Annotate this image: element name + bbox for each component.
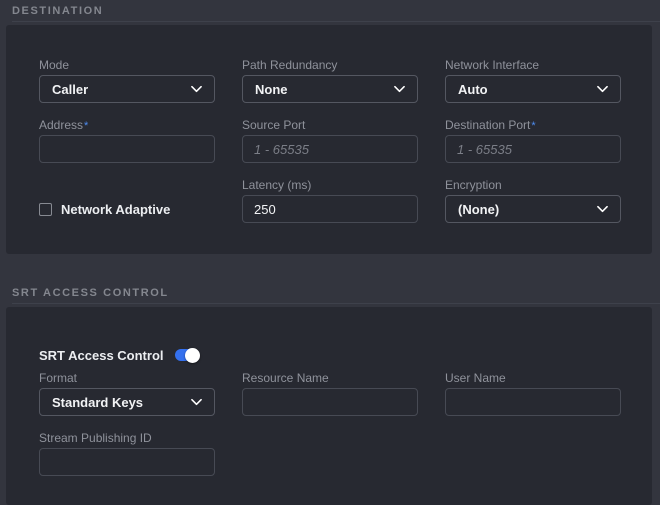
- srt-access-control-section: SRT ACCESS CONTROL SRT Access Control Fo…: [0, 282, 660, 505]
- chevron-down-icon: [597, 205, 608, 213]
- encryption-label: Encryption: [445, 178, 621, 192]
- srt-access-control-form-grid: Format Standard Keys Resource Name User …: [39, 371, 621, 476]
- mode-dropdown[interactable]: Caller: [39, 75, 215, 103]
- network-adaptive-label: Network Adaptive: [61, 202, 170, 217]
- latency-input[interactable]: [242, 195, 418, 223]
- resource-name-field: Resource Name: [242, 371, 418, 416]
- address-input[interactable]: [39, 135, 215, 163]
- address-label: Address*: [39, 118, 215, 132]
- required-marker: *: [531, 120, 535, 132]
- path-redundancy-value: None: [255, 82, 288, 97]
- destination-divider: [12, 21, 660, 22]
- stream-publishing-id-field: Stream Publishing ID: [39, 431, 215, 476]
- address-field: Address*: [39, 118, 215, 163]
- user-name-label: User Name: [445, 371, 621, 385]
- source-port-input[interactable]: [242, 135, 418, 163]
- toggle-knob: [185, 348, 200, 363]
- network-adaptive-checkbox[interactable]: [39, 203, 52, 216]
- network-interface-label: Network Interface: [445, 58, 621, 72]
- destination-panel: Mode Caller Path Redundancy None Network…: [6, 25, 652, 254]
- srt-access-control-toggle-row: SRT Access Control: [39, 347, 621, 363]
- destination-section: DESTINATION Mode Caller Path Redundancy …: [0, 0, 660, 254]
- srt-access-control-divider: [12, 303, 660, 304]
- resource-name-label: Resource Name: [242, 371, 418, 385]
- srt-access-control-section-title: SRT ACCESS CONTROL: [0, 282, 660, 300]
- mode-label: Mode: [39, 58, 215, 72]
- destination-port-label: Destination Port*: [445, 118, 621, 132]
- destination-port-field: Destination Port*: [445, 118, 621, 163]
- user-name-input[interactable]: [445, 388, 621, 416]
- latency-field: Latency (ms): [242, 178, 418, 223]
- format-value: Standard Keys: [52, 395, 143, 410]
- chevron-down-icon: [191, 398, 202, 406]
- mode-field: Mode Caller: [39, 58, 215, 103]
- chevron-down-icon: [597, 85, 608, 93]
- latency-label: Latency (ms): [242, 178, 418, 192]
- network-adaptive-field: Network Adaptive: [39, 178, 215, 223]
- destination-form-grid: Mode Caller Path Redundancy None Network…: [39, 58, 621, 223]
- user-name-field: User Name: [445, 371, 621, 416]
- resource-name-input[interactable]: [242, 388, 418, 416]
- srt-access-control-panel: SRT Access Control Format Standard Keys …: [6, 307, 652, 505]
- destination-port-input[interactable]: [445, 135, 621, 163]
- source-port-field: Source Port: [242, 118, 418, 163]
- source-port-label: Source Port: [242, 118, 418, 132]
- network-interface-dropdown[interactable]: Auto: [445, 75, 621, 103]
- chevron-down-icon: [191, 85, 202, 93]
- settings-page: DESTINATION Mode Caller Path Redundancy …: [0, 0, 660, 505]
- chevron-down-icon: [394, 85, 405, 93]
- stream-publishing-id-label: Stream Publishing ID: [39, 431, 215, 445]
- network-adaptive-row: Network Adaptive: [39, 195, 215, 223]
- encryption-dropdown[interactable]: (None): [445, 195, 621, 223]
- encryption-field: Encryption (None): [445, 178, 621, 223]
- format-dropdown[interactable]: Standard Keys: [39, 388, 215, 416]
- network-interface-field: Network Interface Auto: [445, 58, 621, 103]
- path-redundancy-dropdown[interactable]: None: [242, 75, 418, 103]
- network-interface-value: Auto: [458, 82, 488, 97]
- format-label: Format: [39, 371, 215, 385]
- stream-publishing-id-input[interactable]: [39, 448, 215, 476]
- required-marker: *: [84, 120, 88, 132]
- mode-value: Caller: [52, 82, 88, 97]
- path-redundancy-label: Path Redundancy: [242, 58, 418, 72]
- path-redundancy-field: Path Redundancy None: [242, 58, 418, 103]
- srt-access-control-toggle[interactable]: [175, 349, 197, 361]
- encryption-value: (None): [458, 202, 499, 217]
- srt-access-control-toggle-label: SRT Access Control: [39, 348, 164, 363]
- format-field: Format Standard Keys: [39, 371, 215, 416]
- destination-section-title: DESTINATION: [0, 0, 660, 18]
